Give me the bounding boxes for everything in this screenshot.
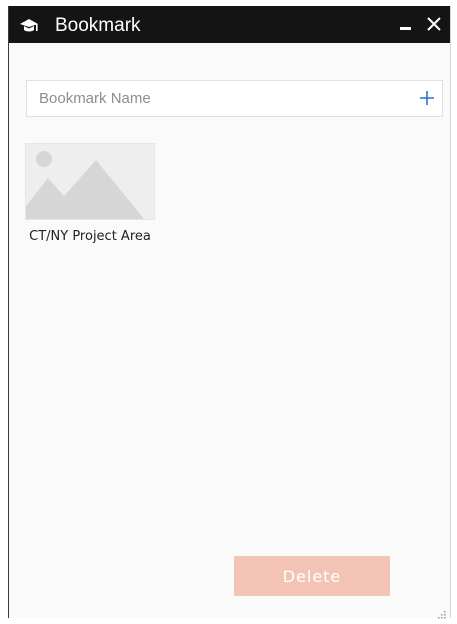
window-title: Bookmark [55, 15, 141, 36]
title-bar[interactable]: Bookmark [9, 6, 450, 43]
plus-icon [420, 91, 434, 105]
bookmark-name-input[interactable] [27, 81, 397, 116]
resize-grip-icon[interactable] [437, 606, 447, 619]
bookmark-thumbnail [25, 143, 155, 220]
bookmark-name-field [26, 80, 443, 117]
bookmark-label: CT/NY Project Area [29, 229, 151, 244]
close-icon [427, 17, 441, 31]
close-button[interactable] [424, 14, 444, 34]
add-bookmark-button[interactable] [414, 85, 440, 111]
minimize-icon [400, 27, 411, 30]
minimize-button[interactable] [398, 15, 416, 35]
bookmark-app-icon [19, 17, 39, 35]
bookmark-panel: Bookmark CT/NY Project Area Delete [8, 6, 451, 619]
delete-button[interactable]: Delete [234, 556, 390, 596]
image-placeholder-icon [26, 144, 154, 219]
